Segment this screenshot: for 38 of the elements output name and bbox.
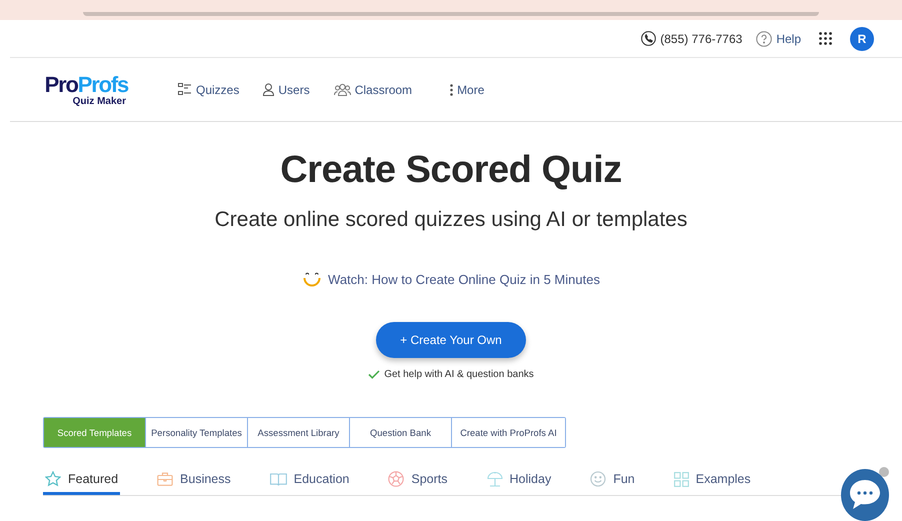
grid-icon bbox=[674, 472, 689, 486]
phone-icon bbox=[641, 31, 656, 46]
logo-product-name: Quiz Maker bbox=[72, 96, 126, 108]
nav-item[interactable]: Users bbox=[263, 82, 310, 96]
checkmark-icon bbox=[368, 370, 380, 379]
category-tab[interactable]: Holiday bbox=[484, 466, 554, 495]
nav-item[interactable]: Quizzes bbox=[178, 82, 240, 96]
page-subtitle: Create online scored quizzes using AI or templates bbox=[214, 207, 688, 233]
help-note: Get help with AI & question banks bbox=[384, 369, 534, 380]
phone-number: (855) 776-7763 bbox=[660, 32, 742, 46]
category-tab[interactable]: Featured bbox=[43, 466, 120, 495]
create-your-own-button[interactable]: + Create Your Own bbox=[376, 322, 526, 358]
smiley-icon bbox=[590, 471, 606, 487]
user-icon bbox=[263, 83, 274, 96]
category-tab[interactable]: Business bbox=[155, 466, 233, 495]
category-tab[interactable]: Sports bbox=[386, 466, 450, 495]
ball-icon bbox=[388, 471, 404, 487]
user-avatar[interactable]: R bbox=[850, 26, 874, 50]
users-icon bbox=[334, 83, 351, 96]
nav-item[interactable]: Classroom bbox=[334, 82, 412, 96]
help-icon bbox=[756, 30, 772, 46]
template-tab[interactable]: Create with ProProfs AI bbox=[451, 418, 565, 447]
nav-item[interactable]: More bbox=[450, 82, 484, 96]
list-icon bbox=[178, 83, 192, 96]
apps-grid-icon[interactable] bbox=[819, 32, 832, 45]
watch-video-link[interactable]: Watch: How to Create Online Quiz in 5 Minutes bbox=[328, 272, 600, 286]
umbrella-icon bbox=[486, 471, 503, 487]
book-icon bbox=[270, 472, 287, 486]
page-title: Create Scored Quiz bbox=[280, 148, 622, 193]
category-tab[interactable]: Education bbox=[268, 466, 352, 495]
help-link[interactable]: Help bbox=[776, 32, 801, 46]
logo-wordmark[interactable]: ProProfs bbox=[44, 74, 128, 96]
briefcase-icon bbox=[157, 472, 174, 486]
category-tab[interactable]: Fun bbox=[588, 466, 637, 495]
more-icon bbox=[450, 84, 454, 96]
star-icon bbox=[45, 471, 61, 487]
category-tab[interactable]: Examples bbox=[672, 466, 753, 495]
smile-icon bbox=[302, 271, 322, 287]
